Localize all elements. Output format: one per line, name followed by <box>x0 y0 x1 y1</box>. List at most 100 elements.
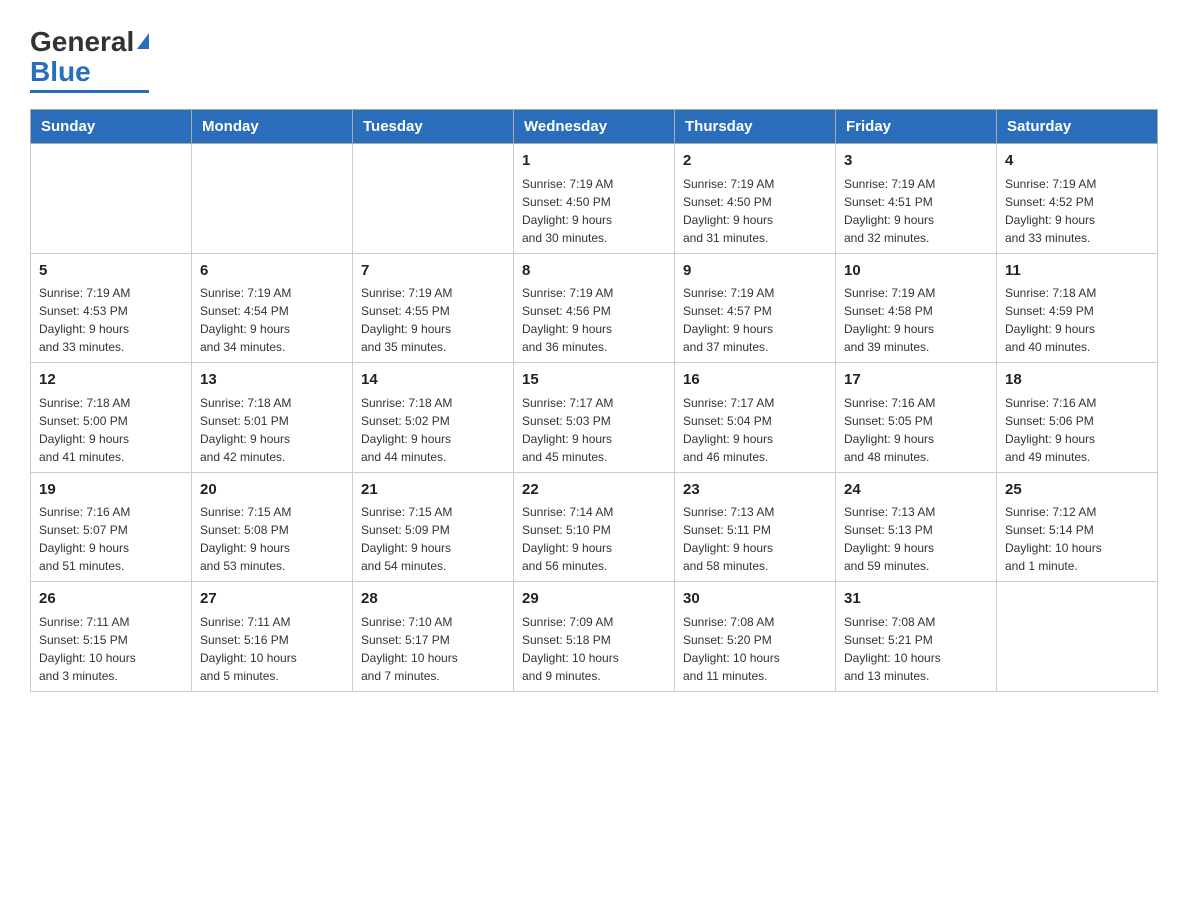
day-info: Sunrise: 7:09 AM Sunset: 5:18 PM Dayligh… <box>522 613 666 685</box>
calendar-cell: 1Sunrise: 7:19 AM Sunset: 4:50 PM Daylig… <box>514 144 675 254</box>
calendar-cell: 28Sunrise: 7:10 AM Sunset: 5:17 PM Dayli… <box>353 582 514 692</box>
week-row-2: 5Sunrise: 7:19 AM Sunset: 4:53 PM Daylig… <box>31 253 1158 363</box>
calendar-cell: 5Sunrise: 7:19 AM Sunset: 4:53 PM Daylig… <box>31 253 192 363</box>
calendar-cell: 9Sunrise: 7:19 AM Sunset: 4:57 PM Daylig… <box>675 253 836 363</box>
day-number: 6 <box>200 260 344 283</box>
logo: General Blue <box>30 20 149 93</box>
day-info: Sunrise: 7:19 AM Sunset: 4:52 PM Dayligh… <box>1005 175 1149 247</box>
day-info: Sunrise: 7:19 AM Sunset: 4:53 PM Dayligh… <box>39 284 183 356</box>
week-row-1: 1Sunrise: 7:19 AM Sunset: 4:50 PM Daylig… <box>31 144 1158 254</box>
day-number: 8 <box>522 260 666 283</box>
day-number: 30 <box>683 588 827 611</box>
calendar-cell: 29Sunrise: 7:09 AM Sunset: 5:18 PM Dayli… <box>514 582 675 692</box>
logo-general: General <box>30 26 134 58</box>
day-number: 3 <box>844 150 988 173</box>
day-info: Sunrise: 7:19 AM Sunset: 4:55 PM Dayligh… <box>361 284 505 356</box>
day-info: Sunrise: 7:10 AM Sunset: 5:17 PM Dayligh… <box>361 613 505 685</box>
day-number: 29 <box>522 588 666 611</box>
day-info: Sunrise: 7:13 AM Sunset: 5:11 PM Dayligh… <box>683 503 827 575</box>
calendar-cell: 22Sunrise: 7:14 AM Sunset: 5:10 PM Dayli… <box>514 472 675 582</box>
calendar-cell: 6Sunrise: 7:19 AM Sunset: 4:54 PM Daylig… <box>192 253 353 363</box>
day-number: 19 <box>39 479 183 502</box>
day-info: Sunrise: 7:11 AM Sunset: 5:16 PM Dayligh… <box>200 613 344 685</box>
day-info: Sunrise: 7:15 AM Sunset: 5:08 PM Dayligh… <box>200 503 344 575</box>
calendar-cell: 19Sunrise: 7:16 AM Sunset: 5:07 PM Dayli… <box>31 472 192 582</box>
calendar-cell: 4Sunrise: 7:19 AM Sunset: 4:52 PM Daylig… <box>997 144 1158 254</box>
day-info: Sunrise: 7:19 AM Sunset: 4:57 PM Dayligh… <box>683 284 827 356</box>
week-row-5: 26Sunrise: 7:11 AM Sunset: 5:15 PM Dayli… <box>31 582 1158 692</box>
day-number: 20 <box>200 479 344 502</box>
calendar-cell: 12Sunrise: 7:18 AM Sunset: 5:00 PM Dayli… <box>31 363 192 473</box>
day-number: 5 <box>39 260 183 283</box>
day-number: 28 <box>361 588 505 611</box>
calendar-cell: 17Sunrise: 7:16 AM Sunset: 5:05 PM Dayli… <box>836 363 997 473</box>
day-number: 26 <box>39 588 183 611</box>
day-number: 2 <box>683 150 827 173</box>
calendar-cell <box>997 582 1158 692</box>
day-info: Sunrise: 7:17 AM Sunset: 5:03 PM Dayligh… <box>522 394 666 466</box>
header-day-friday: Friday <box>836 110 997 144</box>
day-info: Sunrise: 7:18 AM Sunset: 5:01 PM Dayligh… <box>200 394 344 466</box>
page-header: General Blue <box>30 20 1158 93</box>
calendar-table: SundayMondayTuesdayWednesdayThursdayFrid… <box>30 109 1158 692</box>
day-info: Sunrise: 7:14 AM Sunset: 5:10 PM Dayligh… <box>522 503 666 575</box>
day-info: Sunrise: 7:16 AM Sunset: 5:07 PM Dayligh… <box>39 503 183 575</box>
day-number: 9 <box>683 260 827 283</box>
calendar-cell: 31Sunrise: 7:08 AM Sunset: 5:21 PM Dayli… <box>836 582 997 692</box>
header-row: SundayMondayTuesdayWednesdayThursdayFrid… <box>31 110 1158 144</box>
calendar-cell: 13Sunrise: 7:18 AM Sunset: 5:01 PM Dayli… <box>192 363 353 473</box>
calendar-cell <box>353 144 514 254</box>
header-day-wednesday: Wednesday <box>514 110 675 144</box>
day-info: Sunrise: 7:11 AM Sunset: 5:15 PM Dayligh… <box>39 613 183 685</box>
calendar-cell: 24Sunrise: 7:13 AM Sunset: 5:13 PM Dayli… <box>836 472 997 582</box>
calendar-cell: 26Sunrise: 7:11 AM Sunset: 5:15 PM Dayli… <box>31 582 192 692</box>
day-info: Sunrise: 7:18 AM Sunset: 5:02 PM Dayligh… <box>361 394 505 466</box>
day-info: Sunrise: 7:19 AM Sunset: 4:51 PM Dayligh… <box>844 175 988 247</box>
day-number: 16 <box>683 369 827 392</box>
calendar-cell <box>192 144 353 254</box>
calendar-cell: 27Sunrise: 7:11 AM Sunset: 5:16 PM Dayli… <box>192 582 353 692</box>
day-info: Sunrise: 7:18 AM Sunset: 5:00 PM Dayligh… <box>39 394 183 466</box>
calendar-cell: 23Sunrise: 7:13 AM Sunset: 5:11 PM Dayli… <box>675 472 836 582</box>
day-info: Sunrise: 7:08 AM Sunset: 5:21 PM Dayligh… <box>844 613 988 685</box>
week-row-3: 12Sunrise: 7:18 AM Sunset: 5:00 PM Dayli… <box>31 363 1158 473</box>
calendar-cell: 10Sunrise: 7:19 AM Sunset: 4:58 PM Dayli… <box>836 253 997 363</box>
day-number: 14 <box>361 369 505 392</box>
day-number: 7 <box>361 260 505 283</box>
day-number: 24 <box>844 479 988 502</box>
day-number: 22 <box>522 479 666 502</box>
day-info: Sunrise: 7:19 AM Sunset: 4:54 PM Dayligh… <box>200 284 344 356</box>
header-day-saturday: Saturday <box>997 110 1158 144</box>
day-number: 11 <box>1005 260 1149 283</box>
day-info: Sunrise: 7:19 AM Sunset: 4:56 PM Dayligh… <box>522 284 666 356</box>
calendar-cell: 14Sunrise: 7:18 AM Sunset: 5:02 PM Dayli… <box>353 363 514 473</box>
day-info: Sunrise: 7:19 AM Sunset: 4:50 PM Dayligh… <box>683 175 827 247</box>
day-number: 10 <box>844 260 988 283</box>
day-number: 31 <box>844 588 988 611</box>
calendar-cell: 2Sunrise: 7:19 AM Sunset: 4:50 PM Daylig… <box>675 144 836 254</box>
day-number: 27 <box>200 588 344 611</box>
header-day-sunday: Sunday <box>31 110 192 144</box>
day-number: 21 <box>361 479 505 502</box>
day-info: Sunrise: 7:08 AM Sunset: 5:20 PM Dayligh… <box>683 613 827 685</box>
day-number: 13 <box>200 369 344 392</box>
day-number: 23 <box>683 479 827 502</box>
day-number: 25 <box>1005 479 1149 502</box>
day-info: Sunrise: 7:16 AM Sunset: 5:06 PM Dayligh… <box>1005 394 1149 466</box>
calendar-cell: 30Sunrise: 7:08 AM Sunset: 5:20 PM Dayli… <box>675 582 836 692</box>
day-number: 18 <box>1005 369 1149 392</box>
day-number: 17 <box>844 369 988 392</box>
logo-underline <box>30 90 149 93</box>
calendar-cell: 18Sunrise: 7:16 AM Sunset: 5:06 PM Dayli… <box>997 363 1158 473</box>
header-day-thursday: Thursday <box>675 110 836 144</box>
day-info: Sunrise: 7:15 AM Sunset: 5:09 PM Dayligh… <box>361 503 505 575</box>
day-info: Sunrise: 7:19 AM Sunset: 4:58 PM Dayligh… <box>844 284 988 356</box>
week-row-4: 19Sunrise: 7:16 AM Sunset: 5:07 PM Dayli… <box>31 472 1158 582</box>
calendar-cell: 11Sunrise: 7:18 AM Sunset: 4:59 PM Dayli… <box>997 253 1158 363</box>
day-info: Sunrise: 7:13 AM Sunset: 5:13 PM Dayligh… <box>844 503 988 575</box>
header-day-tuesday: Tuesday <box>353 110 514 144</box>
calendar-cell: 7Sunrise: 7:19 AM Sunset: 4:55 PM Daylig… <box>353 253 514 363</box>
day-info: Sunrise: 7:12 AM Sunset: 5:14 PM Dayligh… <box>1005 503 1149 575</box>
logo-blue: Blue <box>30 56 91 88</box>
calendar-cell: 21Sunrise: 7:15 AM Sunset: 5:09 PM Dayli… <box>353 472 514 582</box>
